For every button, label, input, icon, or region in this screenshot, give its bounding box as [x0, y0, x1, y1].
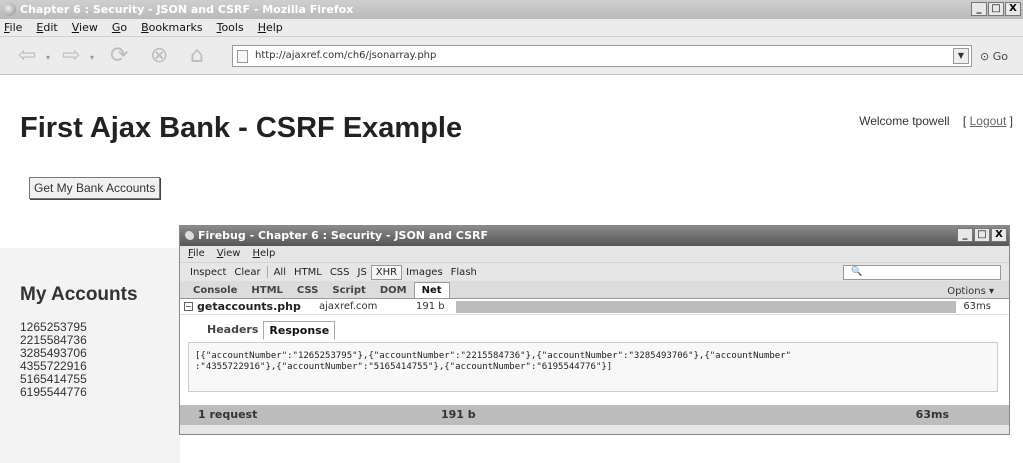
summary-requests: 1 request	[198, 408, 258, 421]
minimize-button[interactable]: _	[971, 2, 987, 16]
inspect-button[interactable]: Inspect	[186, 266, 230, 279]
account-number: 6195544776	[20, 385, 87, 399]
logout-bracket-close: ]	[1009, 114, 1013, 128]
request-size: 191 b	[416, 301, 445, 312]
filter-images[interactable]: Images	[402, 266, 447, 279]
browser-menu-bar: File Edit View Go Bookmarks Tools Help	[0, 19, 1023, 37]
stop-icon[interactable]: ⊗	[150, 44, 168, 68]
filter-html[interactable]: HTML	[290, 266, 326, 279]
firebug-close-button[interactable]: X	[991, 228, 1007, 242]
maximize-button[interactable]: □	[988, 2, 1004, 16]
window-controls: _ □ X	[971, 2, 1021, 16]
request-file: getaccounts.php	[197, 300, 301, 313]
firebug-bug-icon	[185, 231, 194, 240]
timeline-bar	[456, 301, 956, 313]
net-request-row[interactable]: − getaccounts.php ajaxref.com 191 b 63ms	[180, 299, 1009, 315]
forward-arrow-icon[interactable]: ⇨	[62, 44, 80, 68]
browser-title: Chapter 6 : Security - JSON and CSRF - M…	[20, 3, 354, 16]
filter-all[interactable]: All	[270, 266, 290, 279]
reload-icon[interactable]: ⟳	[110, 44, 128, 68]
options-menu[interactable]: Options ▾	[940, 284, 1001, 299]
net-summary-row: 1 request 191 b 63ms	[180, 405, 1009, 425]
logout-bracket-open: [	[962, 114, 967, 128]
menu-file[interactable]: File	[4, 19, 22, 36]
firebug-toolbar: Inspect Clear All HTML CSS JS XHR Images…	[180, 262, 1009, 281]
menu-bookmarks[interactable]: Bookmarks	[141, 19, 202, 36]
firefox-logo-icon	[3, 3, 16, 16]
menu-help[interactable]: Help	[258, 19, 283, 36]
firebug-title-bar: Firebug - Chapter 6 : Security - JSON an…	[180, 226, 1009, 246]
tab-console[interactable]: Console	[186, 283, 244, 298]
firebug-menu-bar: File View Help	[180, 246, 1009, 262]
browser-title-bar: Chapter 6 : Security - JSON and CSRF - M…	[0, 0, 1023, 19]
tab-script[interactable]: Script	[325, 283, 372, 298]
request-domain: ajaxref.com	[319, 301, 378, 312]
firebug-menu-view[interactable]: View	[217, 246, 241, 262]
detail-tabs: Headers Response	[202, 321, 336, 340]
summary-time: 63ms	[915, 408, 949, 421]
tab-net[interactable]: Net	[413, 282, 450, 298]
request-time: 63ms	[963, 301, 991, 312]
firebug-minimize-button[interactable]: _	[957, 228, 973, 242]
tab-response[interactable]: Response	[263, 321, 336, 340]
tab-css[interactable]: CSS	[290, 283, 325, 298]
firebug-panel-tabs: Console HTML CSS Script DOM Net Options …	[180, 281, 1009, 299]
go-label: Go	[992, 50, 1008, 63]
collapse-toggle[interactable]: −	[184, 302, 193, 311]
filter-xhr[interactable]: XHR	[370, 264, 403, 280]
home-icon[interactable]: ⌂	[190, 44, 204, 68]
back-arrow-icon[interactable]: ⇦	[18, 44, 36, 68]
url-text: http://ajaxref.com/ch6/jsonarray.php	[255, 50, 437, 61]
get-accounts-button[interactable]: Get My Bank Accounts	[29, 177, 161, 199]
welcome-text: Welcome tpowell	[859, 114, 950, 128]
clear-button[interactable]: Clear	[230, 266, 264, 279]
response-body: [{"accountNumber":"1265253795"},{"accoun…	[188, 342, 998, 392]
menu-view[interactable]: View	[72, 19, 98, 36]
summary-size: 191 b	[441, 408, 476, 421]
firebug-window: Firebug - Chapter 6 : Security - JSON an…	[179, 225, 1010, 435]
welcome-area: Welcome tpowell [ Logout ]	[859, 114, 1013, 128]
firebug-title: Firebug - Chapter 6 : Security - JSON an…	[198, 229, 488, 242]
firebug-maximize-button[interactable]: □	[974, 228, 990, 242]
toolbar-divider	[266, 266, 268, 278]
firebug-menu-help[interactable]: Help	[252, 246, 275, 262]
tab-html[interactable]: HTML	[244, 283, 290, 298]
menu-tools[interactable]: Tools	[217, 19, 244, 36]
tab-dom[interactable]: DOM	[373, 283, 414, 298]
menu-go[interactable]: Go	[112, 19, 127, 36]
menu-edit[interactable]: Edit	[36, 19, 57, 36]
accounts-heading: My Accounts	[20, 284, 138, 305]
firebug-search-input[interactable]: 🔍	[843, 265, 1001, 280]
forward-dropdown-icon[interactable]: ▾	[90, 53, 94, 62]
accounts-list: 1265253795 2215584736 3285493706 4355722…	[20, 321, 87, 399]
page-icon	[237, 50, 248, 63]
page-title: First Ajax Bank - CSRF Example	[20, 112, 463, 144]
close-button[interactable]: X	[1005, 2, 1021, 16]
back-dropdown-icon[interactable]: ▾	[46, 53, 50, 62]
logout-link[interactable]: Logout	[970, 114, 1007, 128]
filter-js[interactable]: JS	[354, 266, 371, 279]
go-button[interactable]: ⊙ Go	[980, 50, 1008, 63]
filter-css[interactable]: CSS	[326, 266, 354, 279]
tab-headers[interactable]: Headers	[202, 321, 263, 340]
firebug-menu-file[interactable]: File	[188, 246, 205, 262]
address-bar[interactable]: http://ajaxref.com/ch6/jsonarray.php ▼	[232, 45, 972, 67]
navigation-toolbar: ⇦ ▾ ⇨ ▾ ⟳ ⊗ ⌂ http://ajaxref.com/ch6/jso…	[0, 37, 1023, 75]
filter-flash[interactable]: Flash	[447, 266, 481, 279]
firebug-window-controls: _ □ X	[957, 228, 1007, 242]
url-dropdown-icon[interactable]: ▼	[953, 48, 969, 64]
search-icon: 🔍	[851, 267, 863, 277]
request-detail: Headers Response [{"accountNumber":"1265…	[180, 315, 1009, 405]
